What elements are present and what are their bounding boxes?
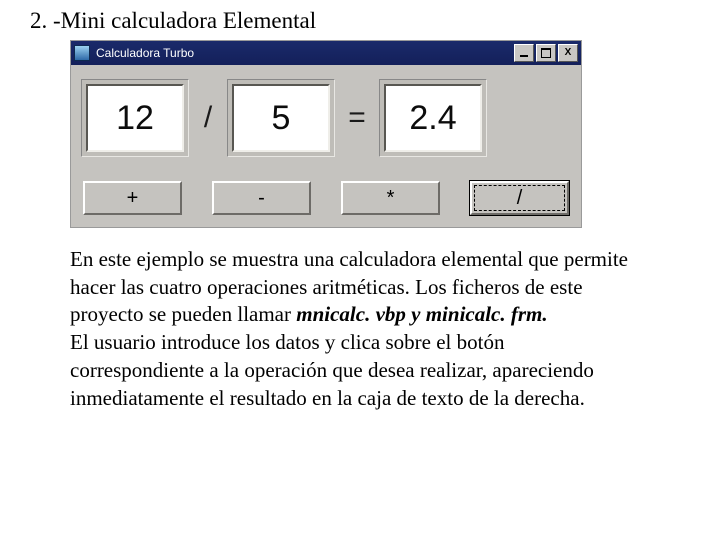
subtract-button[interactable]: - <box>212 181 311 215</box>
operand2-field[interactable]: 5 <box>232 84 330 152</box>
divide-button[interactable]: / <box>470 181 569 215</box>
equals-label: = <box>347 101 367 135</box>
result-field: 2.4 <box>384 84 482 152</box>
operand1-field[interactable]: 12 <box>86 84 184 152</box>
app-icon <box>74 45 90 61</box>
para2: El usuario introduce los datos y clica s… <box>70 330 594 409</box>
operator-label: / <box>201 101 215 135</box>
operand2-frame: 5 <box>227 79 335 157</box>
window-title: Calculadora Turbo <box>96 46 514 60</box>
close-button[interactable]: X <box>558 44 578 62</box>
operand1-frame: 12 <box>81 79 189 157</box>
section-heading: 2. -Mini calculadora Elemental <box>30 8 690 34</box>
description-text: En este ejemplo se muestra una calculado… <box>70 246 630 412</box>
window-client-area: 12 / 5 = 2.4 + - * / <box>71 65 581 227</box>
titlebar: Calculadora Turbo X <box>71 41 581 65</box>
maximize-button[interactable] <box>536 44 556 62</box>
multiply-button[interactable]: * <box>341 181 440 215</box>
minimize-button[interactable] <box>514 44 534 62</box>
calculator-screenshot: Calculadora Turbo X 12 / 5 = <box>70 40 582 228</box>
add-button[interactable]: + <box>83 181 182 215</box>
result-frame: 2.4 <box>379 79 487 157</box>
window-frame: Calculadora Turbo X 12 / 5 = <box>70 40 582 228</box>
file-names: mnicalc. vbp y minicalc. frm. <box>296 302 547 326</box>
